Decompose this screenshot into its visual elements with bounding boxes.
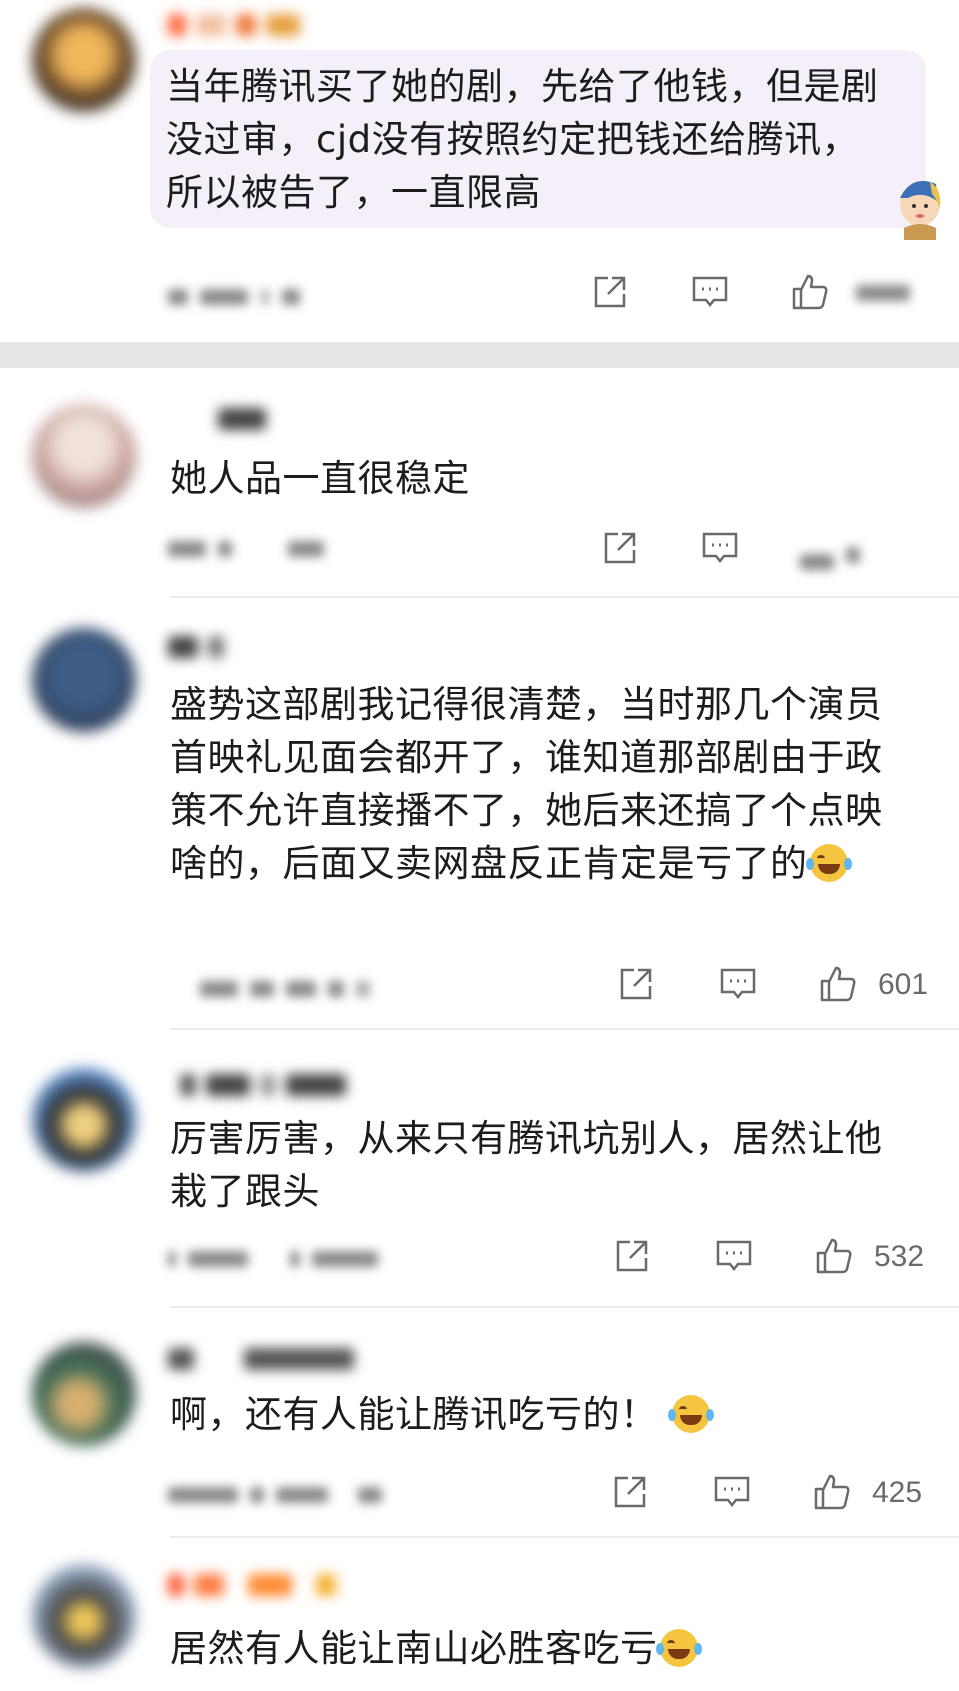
comment-text: 当年腾讯买了她的剧，先给了他钱，但是剧没过审，cjd没有按照约定把钱还给腾讯，所…: [166, 65, 879, 214]
username[interactable]: [168, 14, 368, 40]
comment-item: 盛势这部剧我记得很清楚，当时那几个演员首映礼见面会都开了，谁知道那部剧由于政策不…: [0, 600, 959, 1030]
like-button[interactable]: [812, 1472, 856, 1516]
comment-text: 盛势这部剧我记得很清楚，当时那几个演员首映礼见面会都开了，谁知道那部剧由于政策不…: [170, 678, 899, 890]
like-icon: [820, 966, 856, 1002]
like-count: 425: [872, 1476, 923, 1509]
comment-item: 她人品一直很稳定: [0, 368, 959, 600]
reply-button[interactable]: [712, 1472, 756, 1516]
reply-icon: [702, 532, 738, 564]
reply-icon: [716, 1240, 752, 1272]
comment-item: 当年腾讯买了她的剧，先给了他钱，但是剧没过审，cjd没有按照约定把钱还给腾讯，所…: [0, 0, 959, 342]
comment-actions: [0, 528, 959, 572]
username[interactable]: [180, 1074, 450, 1100]
comment-body: 盛势这部剧我记得很清楚，当时那几个演员首映礼见面会都开了，谁知道那部剧由于政策不…: [170, 683, 883, 885]
like-count: 532: [874, 1240, 925, 1273]
reply-button[interactable]: [718, 964, 762, 1008]
section-separator: [0, 342, 959, 368]
like-icon: [814, 1474, 850, 1510]
comment-text: 厉害厉害，从来只有腾讯坑别人，居然让他栽了跟头: [170, 1117, 883, 1213]
username[interactable]: [168, 1348, 408, 1374]
share-icon: [614, 1476, 646, 1508]
reply-icon: [714, 1476, 750, 1508]
like-count: 601: [878, 968, 929, 1001]
share-button[interactable]: [590, 272, 634, 316]
avatar[interactable]: [32, 1068, 136, 1172]
reply-button[interactable]: [714, 1236, 758, 1280]
avatar[interactable]: [32, 628, 136, 732]
like-button[interactable]: [818, 964, 862, 1008]
avatar[interactable]: [32, 404, 136, 508]
share-button[interactable]: [616, 964, 660, 1008]
comment-body: 啊，还有人能让腾讯吃亏的！: [170, 1393, 658, 1436]
reply-button[interactable]: [700, 528, 744, 572]
comment-actions: [0, 272, 959, 316]
like-count-blurred[interactable]: [800, 540, 900, 570]
comment-actions: 601: [0, 964, 959, 1008]
share-icon: [620, 968, 652, 1000]
avatar[interactable]: [32, 1342, 136, 1446]
share-icon: [594, 276, 626, 308]
comment-item: 厉害厉害，从来只有腾讯坑别人，居然让他栽了跟头 532: [0, 1030, 959, 1308]
username[interactable]: [168, 636, 268, 662]
reply-icon: [692, 276, 728, 308]
girl-with-pearl-sticker: [900, 181, 941, 240]
laughing-crying-emoji-icon: [655, 1629, 702, 1667]
comment-item: 居然有人能让南山必胜客吃亏: [0, 1538, 959, 1691]
username[interactable]: [218, 408, 278, 434]
comment-actions: 532: [0, 1236, 959, 1280]
comment-actions: 425: [0, 1472, 959, 1516]
divider: [170, 596, 959, 598]
comment-text: 居然有人能让南山必胜客吃亏: [170, 1622, 899, 1675]
comment-text: 啊，还有人能让腾讯吃亏的！: [170, 1388, 899, 1441]
laughing-crying-emoji-icon: [667, 1395, 714, 1433]
avatar[interactable]: [32, 1564, 136, 1668]
comment-item: 啊，还有人能让腾讯吃亏的！ 425: [0, 1308, 959, 1538]
share-button[interactable]: [610, 1472, 654, 1516]
reply-button[interactable]: [690, 272, 734, 316]
avatar[interactable]: [32, 8, 136, 112]
reply-icon: [720, 968, 756, 1000]
share-button[interactable]: [600, 528, 644, 572]
comment-body: 居然有人能让南山必胜客吃亏: [170, 1627, 658, 1670]
username[interactable]: [168, 1574, 408, 1600]
share-icon: [616, 1240, 648, 1272]
like-button[interactable]: [814, 1236, 858, 1280]
share-button[interactable]: [612, 1236, 656, 1280]
like-icon: [792, 274, 828, 310]
share-icon: [604, 532, 636, 564]
laughing-crying-emoji-icon: [805, 844, 852, 882]
like-count-blurred: [856, 282, 916, 306]
like-button[interactable]: [790, 272, 834, 316]
like-icon: [816, 1238, 852, 1274]
comment-text: 她人品一直很稳定: [170, 457, 470, 500]
